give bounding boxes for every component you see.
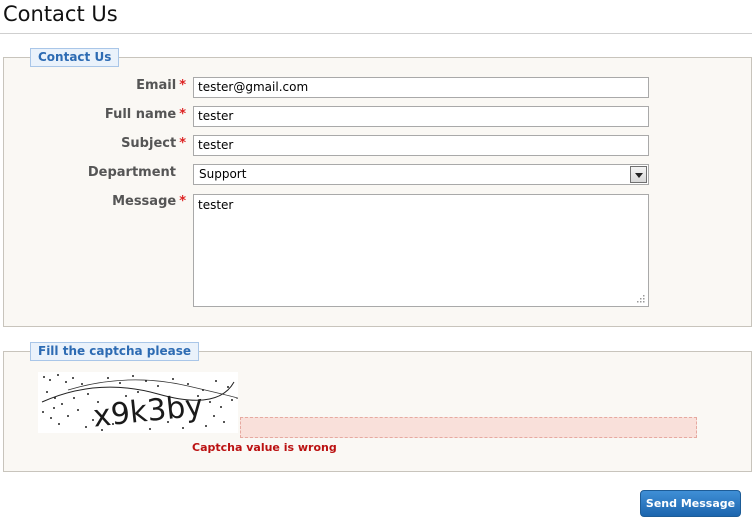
page-title: Contact Us: [3, 2, 118, 26]
message-text: tester: [198, 198, 234, 212]
subject-field[interactable]: tester: [193, 135, 649, 156]
chevron-down-icon[interactable]: [630, 166, 647, 183]
captcha-image: x9k3by: [38, 372, 239, 435]
captcha-text: x9k3by: [91, 388, 204, 433]
captcha-legend: Fill the captcha please: [30, 342, 199, 361]
captcha-fieldset: Fill the captcha please x9k3by Captcha v…: [3, 342, 752, 472]
full-name-label: Full name *: [104, 107, 186, 122]
required-marker: *: [179, 194, 186, 209]
required-marker: *: [179, 136, 186, 151]
full-name-field[interactable]: tester: [193, 106, 649, 127]
email-label: Email *: [136, 78, 186, 93]
department-select[interactable]: Support: [193, 164, 649, 185]
contact-legend: Contact Us: [30, 48, 120, 67]
department-label: Department: [87, 165, 176, 180]
contact-fieldset: Contact Us Email * tester@gmail.com Full …: [3, 48, 752, 327]
captcha-error-message: Captcha value is wrong: [192, 441, 337, 454]
required-marker: *: [179, 107, 186, 122]
required-marker: *: [179, 78, 186, 93]
title-divider: [0, 33, 752, 34]
department-selected-value: Support: [199, 167, 247, 181]
resize-grip-icon[interactable]: [635, 293, 645, 303]
message-textarea[interactable]: tester: [193, 194, 649, 307]
email-field[interactable]: tester@gmail.com: [193, 77, 649, 98]
captcha-input[interactable]: [240, 417, 697, 438]
message-label: Message *: [112, 194, 186, 209]
send-message-button[interactable]: Send Message: [640, 490, 741, 517]
subject-label: Subject *: [121, 136, 186, 151]
